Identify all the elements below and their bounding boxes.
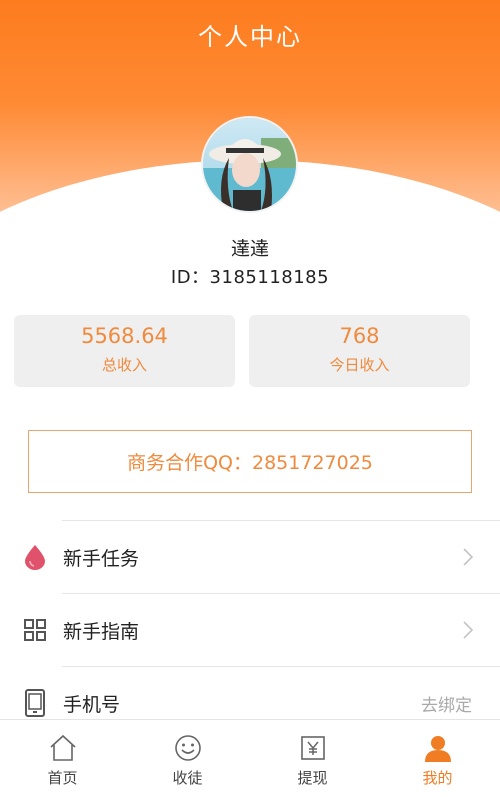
yen-icon [298,733,328,763]
smile-icon [173,733,203,763]
phone-icon [22,689,48,717]
tab-label: 首页 [47,769,78,787]
tab-mine[interactable]: 我的 [375,720,500,797]
grid-icon [22,617,48,643]
stat-value: 768 [339,324,380,348]
tab-home[interactable]: 首页 [0,720,125,797]
menu-item-label: 新手任务 [63,547,140,570]
avatar[interactable] [201,116,298,213]
avatar-image [203,118,296,211]
menu-item-label: 手机号 [63,693,121,716]
stat-label: 今日收入 [329,356,390,374]
stat-card-today-income[interactable]: 768 今日收入 [249,315,470,387]
tab-label: 提现 [297,769,328,787]
tab-label: 收徒 [172,769,203,787]
user-icon [423,733,453,763]
menu-item-newbie-tasks[interactable]: 新手任务 [0,521,500,593]
user-name: 達達 [230,238,269,260]
tab-label: 我的 [422,769,453,787]
page-title: 个人中心 [198,23,302,51]
home-icon [48,733,78,763]
stat-label: 总收入 [101,356,147,374]
bottom-tab-bar: 首页 收徒 提现 我的 [0,719,500,797]
user-id: ID：3185118185 [170,267,330,288]
stat-card-total-income[interactable]: 5568.64 总收入 [14,315,235,387]
drop-icon [22,544,48,570]
business-cooperation-box[interactable]: 商务合作QQ：2851727025 [28,430,472,493]
business-cooperation-text: 商务合作QQ：2851727025 [127,452,373,474]
menu-item-newbie-guide[interactable]: 新手指南 [0,594,500,666]
bind-phone-link[interactable]: 去绑定 [421,691,472,716]
menu-item-label: 新手指南 [63,620,140,643]
tab-recruit[interactable]: 收徒 [125,720,250,797]
chevron-right-icon [462,547,474,567]
stat-value: 5568.64 [81,324,168,348]
tab-withdraw[interactable]: 提现 [250,720,375,797]
chevron-right-icon [462,620,474,640]
